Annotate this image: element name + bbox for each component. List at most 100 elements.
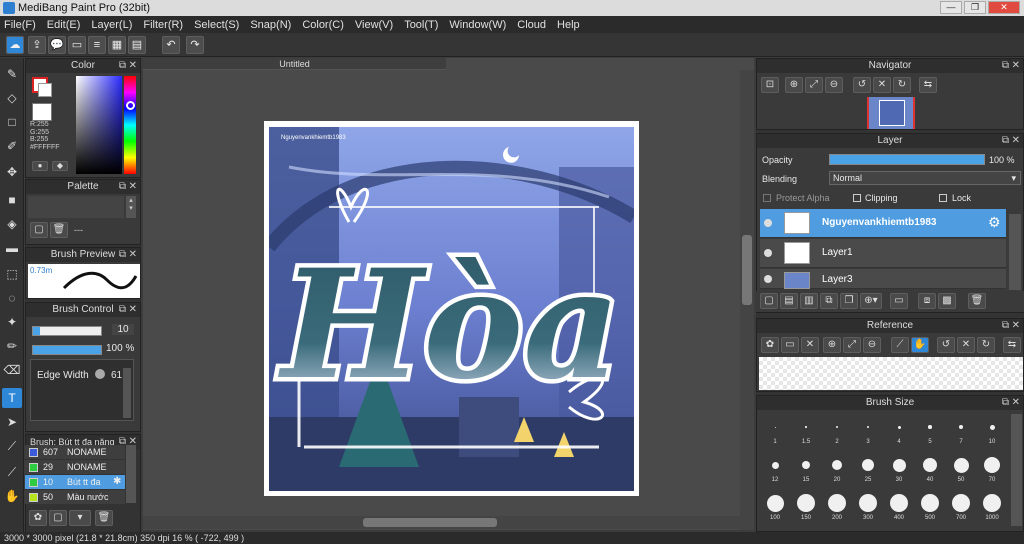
undock-icon[interactable]: ⧉: [1002, 396, 1009, 410]
flip-icon[interactable]: ⇆: [1003, 337, 1021, 353]
table-icon[interactable]: ▤: [128, 36, 146, 54]
brush-size-option[interactable]: 5: [915, 414, 945, 445]
maximize-button[interactable]: ❐: [964, 1, 986, 14]
layer-row-selected[interactable]: Nguyenvankhiemtb1983 ⚙: [760, 209, 1006, 238]
rectangle-tool-icon[interactable]: □: [2, 112, 22, 132]
brush-size-option[interactable]: 150: [791, 490, 821, 521]
reset-rotation-icon[interactable]: ✕: [873, 77, 891, 93]
layer-scrollbar[interactable]: [1009, 214, 1021, 290]
eye-icon[interactable]: [764, 275, 772, 283]
menu-layer[interactable]: Layer(L): [91, 19, 132, 31]
brush-size-option[interactable]: 300: [853, 490, 883, 521]
delete-palette-icon[interactable]: 🗑: [50, 222, 68, 238]
brush-list-scrollbar[interactable]: [126, 445, 136, 503]
blending-select[interactable]: Normal ▾: [829, 171, 1021, 185]
transparent-swatch[interactable]: [32, 103, 52, 121]
menu-edit[interactable]: Edit(E): [47, 19, 81, 31]
clipping-checkbox[interactable]: [853, 194, 861, 202]
brush-size-option[interactable]: 25: [853, 452, 883, 483]
rotate-left-icon[interactable]: ↺: [853, 77, 871, 93]
zoom-in-icon[interactable]: ⊕: [823, 337, 841, 353]
zoom-in-icon[interactable]: ⊕: [785, 77, 803, 93]
menu-view[interactable]: View(V): [355, 19, 393, 31]
new-halftone-layer-icon[interactable]: ▤: [780, 293, 798, 309]
grid-icon[interactable]: ▦: [108, 36, 126, 54]
undo-icon[interactable]: ↶: [162, 36, 180, 54]
layer-row[interactable]: Layer1: [760, 239, 1006, 268]
canvas-vertical-scrollbar[interactable]: [740, 70, 754, 530]
brush-list-item[interactable]: 50 Màu nước: [25, 490, 125, 504]
horizontal-scroll-thumb[interactable]: [363, 518, 497, 527]
close-icon[interactable]: ✕: [1012, 134, 1020, 148]
delete-layer-icon[interactable]: 🗑: [968, 293, 986, 309]
brush-menu-icon[interactable]: ▾: [69, 510, 91, 526]
zoom-out-icon[interactable]: ⊖: [863, 337, 881, 353]
eyedropper-tool-icon[interactable]: ⟋: [2, 436, 22, 456]
comment-icon[interactable]: 💬: [48, 36, 66, 54]
close-icon[interactable]: ✕: [1012, 59, 1020, 73]
redo-icon[interactable]: ↷: [186, 36, 204, 54]
select-pen-tool-icon[interactable]: ✏: [2, 336, 22, 356]
menu-filter[interactable]: Filter(R): [143, 19, 183, 31]
edge-width-knob[interactable]: [95, 369, 105, 379]
undock-icon[interactable]: ⧉: [119, 59, 126, 73]
brush-list-item[interactable]: 607 NONAME: [25, 445, 125, 459]
undock-icon[interactable]: ⧉: [1002, 59, 1009, 73]
close-icon[interactable]: ✕: [129, 248, 137, 262]
undock-icon[interactable]: ⧉: [1002, 134, 1009, 148]
rotate-right-icon[interactable]: ↻: [893, 77, 911, 93]
brush-size-option[interactable]: 12: [760, 452, 790, 483]
eye-icon[interactable]: [764, 249, 772, 257]
minimize-button[interactable]: —: [940, 1, 962, 14]
brush-size-option[interactable]: 7: [946, 414, 976, 445]
delete-brush-icon[interactable]: 🗑: [95, 510, 113, 526]
background-color-swatch[interactable]: [38, 83, 52, 97]
color-mode-button[interactable]: ●: [32, 161, 48, 171]
brush-size-option[interactable]: 40: [915, 452, 945, 483]
document-tab[interactable]: Untitled: [143, 58, 446, 70]
vertical-scroll-thumb[interactable]: [742, 235, 752, 305]
zoom-out-icon[interactable]: ⊖: [825, 77, 843, 93]
new-brush-icon[interactable]: ▢: [49, 510, 67, 526]
hue-handle[interactable]: [126, 101, 135, 110]
brush-tool-icon[interactable]: ✎: [2, 64, 22, 84]
reference-canvas[interactable]: [759, 357, 1023, 390]
undock-icon[interactable]: ⧉: [119, 303, 126, 317]
add-layer-menu-icon[interactable]: ⊕▾: [860, 293, 882, 309]
select-eraser-tool-icon[interactable]: ⌫: [2, 360, 22, 380]
palette-swatches[interactable]: [28, 196, 124, 218]
brush-size-option[interactable]: 70: [977, 452, 1007, 483]
lasso-tool-icon[interactable]: ◌: [2, 288, 22, 308]
hand-icon[interactable]: ✋: [911, 337, 929, 353]
brush-options-scrollbar[interactable]: [123, 368, 131, 418]
brush-size-option[interactable]: 30: [884, 452, 914, 483]
cloud-icon[interactable]: ☁: [6, 36, 24, 54]
flip-icon[interactable]: ⇆: [919, 77, 937, 93]
brush-size-option[interactable]: 100: [760, 490, 790, 521]
eye-icon[interactable]: [764, 219, 772, 227]
layer-row[interactable]: Layer3: [760, 269, 1006, 289]
brush-size-value[interactable]: 10: [112, 324, 134, 335]
brush-list-item[interactable]: 29 NONAME: [25, 460, 125, 474]
fit-window-icon[interactable]: ⤢: [805, 77, 823, 93]
saturation-value-picker[interactable]: [76, 76, 122, 174]
rotate-left-icon[interactable]: ↺: [937, 337, 955, 353]
undock-icon[interactable]: ⧉: [119, 180, 126, 194]
menu-file[interactable]: File(F): [4, 19, 36, 31]
reference-cloud-icon[interactable]: ✿: [761, 337, 779, 353]
close-icon[interactable]: ✕: [1012, 396, 1020, 410]
lock-checkbox[interactable]: [939, 194, 947, 202]
gradient-tool-icon[interactable]: ▬: [2, 238, 22, 258]
eyedropper-icon[interactable]: ⟋: [891, 337, 909, 353]
open-file-icon[interactable]: ▭: [781, 337, 799, 353]
bucket-tool-icon[interactable]: ◈: [2, 214, 22, 234]
undock-icon[interactable]: ⧉: [119, 248, 126, 262]
chat-icon[interactable]: ▭: [68, 36, 86, 54]
move-tool-icon[interactable]: ✥: [2, 162, 22, 182]
hue-slider[interactable]: [124, 76, 136, 174]
select-tool-icon[interactable]: ⬚: [2, 264, 22, 284]
brush-size-option[interactable]: 700: [946, 490, 976, 521]
brush-size-option[interactable]: 1000: [977, 490, 1007, 521]
close-button[interactable]: ✕: [988, 1, 1020, 14]
brush-size-option[interactable]: 1.5: [791, 414, 821, 445]
